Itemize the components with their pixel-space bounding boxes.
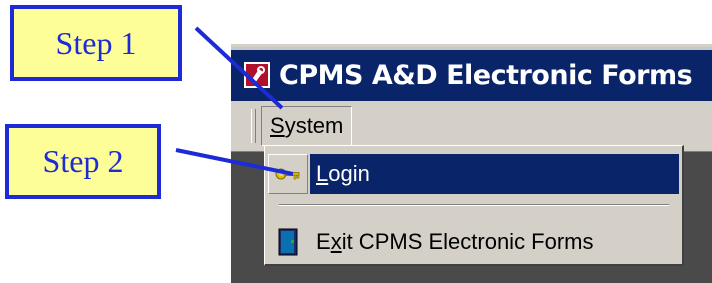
menu-system[interactable]: System	[261, 106, 353, 146]
exit-label-prefix: E	[316, 229, 331, 254]
step2-callout: Step 2	[5, 124, 161, 199]
system-dropdown-menu: Login Exit CPMS Electronic Forms	[264, 145, 684, 266]
exit-door-icon	[268, 222, 308, 262]
window-title: CPMS A&D Electronic Forms	[279, 59, 693, 91]
menu-system-label: ystem	[284, 113, 344, 138]
menu-system-accel: S	[270, 113, 285, 138]
app-window: CPMS A&D Electronic Forms System L ogin …	[231, 44, 712, 283]
menu-item-login-label: Login	[310, 154, 679, 194]
menu-item-exit[interactable]: Exit CPMS Electronic Forms	[268, 222, 679, 262]
step1-callout: Step 1	[10, 5, 182, 81]
login-label-rest: ogin	[328, 161, 370, 186]
title-bar: CPMS A&D Electronic Forms	[231, 44, 712, 101]
exit-accel: x	[330, 229, 342, 254]
exit-label-rest: it CPMS Electronic Forms	[341, 229, 594, 254]
title-content: CPMS A&D Electronic Forms	[243, 57, 693, 93]
menu-item-exit-label: Exit CPMS Electronic Forms	[308, 229, 594, 255]
key-icon	[268, 154, 308, 194]
menu-item-login[interactable]: Login	[268, 154, 679, 194]
menu-bar-grip[interactable]	[251, 109, 256, 143]
forms-app-icon	[243, 61, 271, 89]
screenshot-stage: CPMS A&D Electronic Forms System L ogin …	[0, 0, 712, 283]
menu-separator	[279, 204, 669, 206]
login-accel: L	[316, 161, 329, 186]
